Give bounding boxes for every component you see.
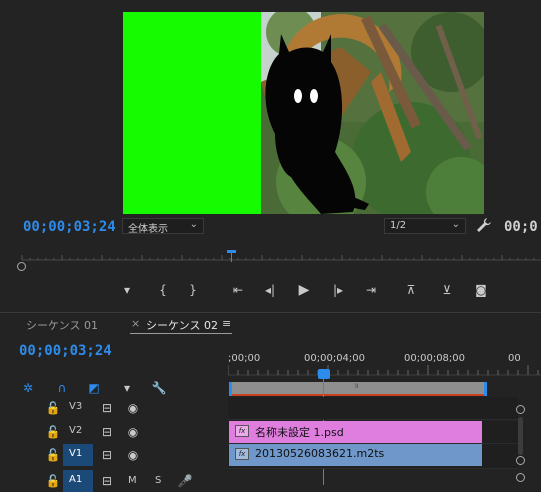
marker-icon[interactable]: ▾ xyxy=(116,281,138,299)
lock-icon[interactable]: 🔓 xyxy=(42,423,64,441)
track-label[interactable]: V3 xyxy=(69,401,82,412)
program-video-frame[interactable] xyxy=(123,12,484,214)
sync-lock-icon[interactable]: ⊟ xyxy=(96,472,118,490)
track-lane-v3[interactable] xyxy=(228,397,518,420)
track-header-v2: 🔓 V2 ⊟ ◉ xyxy=(0,421,228,443)
resolution-dropdown[interactable]: 1/2 ⌄ xyxy=(384,218,466,234)
track-label[interactable]: V1 xyxy=(69,448,82,459)
duration-timecode: 00;0 xyxy=(504,219,538,235)
mute-button[interactable]: M xyxy=(128,475,137,486)
eye-icon[interactable]: ◉ xyxy=(122,399,144,417)
extract-icon[interactable]: ⊻ xyxy=(436,281,458,299)
solo-button[interactable]: S xyxy=(155,475,161,486)
add-marker-icon[interactable]: ▾ xyxy=(116,379,138,397)
track-header-v1: 🔓 V1 ⊟ ◉ xyxy=(0,444,228,466)
tab-sequence-01[interactable]: シーケンス 01 xyxy=(26,317,98,333)
work-area-bar[interactable]: II xyxy=(229,382,487,396)
step-back-icon[interactable]: ◂| xyxy=(259,281,281,299)
tab-sequence-02[interactable]: シーケンス 02 xyxy=(146,317,218,333)
mark-in-icon[interactable]: { xyxy=(152,281,174,299)
timeline-panel: シーケンス 01 × シーケンス 02 ≡ 00;00;03;24 ✲ ∩ ◩ … xyxy=(0,312,541,492)
timeline-timecode[interactable]: 00;00;03;24 xyxy=(19,343,112,359)
vertical-scrollbar[interactable] xyxy=(518,417,523,455)
scroll-top-handle[interactable] xyxy=(516,405,525,414)
resolution-dropdown-label: 1/2 xyxy=(390,220,407,231)
snap-icon[interactable]: ∩ xyxy=(51,379,73,397)
camera-icon[interactable]: ◙ xyxy=(470,281,492,299)
step-forward-icon[interactable]: |▸ xyxy=(327,281,349,299)
microphone-icon[interactable]: 🎤 xyxy=(174,472,196,490)
fx-badge: fx xyxy=(235,425,249,437)
fit-dropdown[interactable]: 全体表示 ⌄ xyxy=(122,218,204,235)
scene-image xyxy=(261,12,484,214)
program-timecode[interactable]: 00;00;03;24 xyxy=(23,219,116,235)
lock-icon[interactable]: 🔓 xyxy=(42,472,64,490)
zoom-handle[interactable] xyxy=(17,262,26,271)
sync-lock-icon[interactable]: ⊟ xyxy=(96,423,118,441)
linked-selection-icon[interactable]: ◩ xyxy=(83,379,105,397)
work-area-out-handle[interactable] xyxy=(484,382,487,396)
panel-menu-icon[interactable]: ≡ xyxy=(222,317,231,330)
lift-icon[interactable]: ⊼ xyxy=(400,281,422,299)
eye-icon[interactable]: ◉ xyxy=(122,423,144,441)
playhead-handle[interactable] xyxy=(318,369,330,379)
fit-dropdown-label: 全体表示 xyxy=(128,224,168,235)
green-screen-area xyxy=(123,12,261,214)
mark-out-icon[interactable]: } xyxy=(182,281,204,299)
go-to-out-icon[interactable]: ⇥ xyxy=(360,281,382,299)
chevron-down-icon: ⌄ xyxy=(451,219,460,230)
nest-icon[interactable]: ✲ xyxy=(17,379,39,397)
clip-psd[interactable]: fx 名称未設定 1.psd xyxy=(229,421,482,443)
eye-icon[interactable]: ◉ xyxy=(122,446,144,464)
track-label[interactable]: V2 xyxy=(69,425,82,436)
scroll-bottom-handle[interactable] xyxy=(516,456,525,465)
clip-m2ts[interactable]: fx 20130526083621.m2ts xyxy=(229,444,482,466)
program-monitor: 00;00;03;24 全体表示 ⌄ 1/2 ⌄ 00;0 ▾ { } ⇤ ◂|… xyxy=(0,0,541,308)
scroll-handle-audio[interactable] xyxy=(516,473,525,482)
lock-icon[interactable]: 🔓 xyxy=(42,399,64,417)
clip-label: 20130526083621.m2ts xyxy=(255,447,385,460)
timeline-settings-icon[interactable]: 🔧 xyxy=(148,379,170,397)
play-icon[interactable]: ▶ xyxy=(293,281,315,299)
chevron-down-icon: ⌄ xyxy=(189,219,198,230)
sync-lock-icon[interactable]: ⊟ xyxy=(96,399,118,417)
go-to-in-icon[interactable]: ⇤ xyxy=(227,281,249,299)
active-tab-underline xyxy=(130,333,232,334)
track-label[interactable]: A1 xyxy=(69,474,82,485)
sync-lock-icon[interactable]: ⊟ xyxy=(96,446,118,464)
work-area-grip: II xyxy=(355,383,359,390)
wrench-icon[interactable] xyxy=(476,217,492,233)
work-area-in-handle[interactable] xyxy=(229,382,232,396)
lock-icon[interactable]: 🔓 xyxy=(42,446,64,464)
timeline-ruler[interactable]: ;00;00 00;00;04;00 00;00;08;00 00 xyxy=(228,353,541,383)
track-header-a1: 🔓 A1 ⊟ M S 🎤 xyxy=(0,470,228,492)
track-header-v3: 🔓 V3 ⊟ ◉ xyxy=(0,397,228,419)
clip-label: 名称未設定 1.psd xyxy=(255,426,344,439)
close-tab-icon[interactable]: × xyxy=(131,317,140,330)
fx-badge: fx xyxy=(235,448,249,460)
program-scrub-bar[interactable] xyxy=(16,245,541,268)
